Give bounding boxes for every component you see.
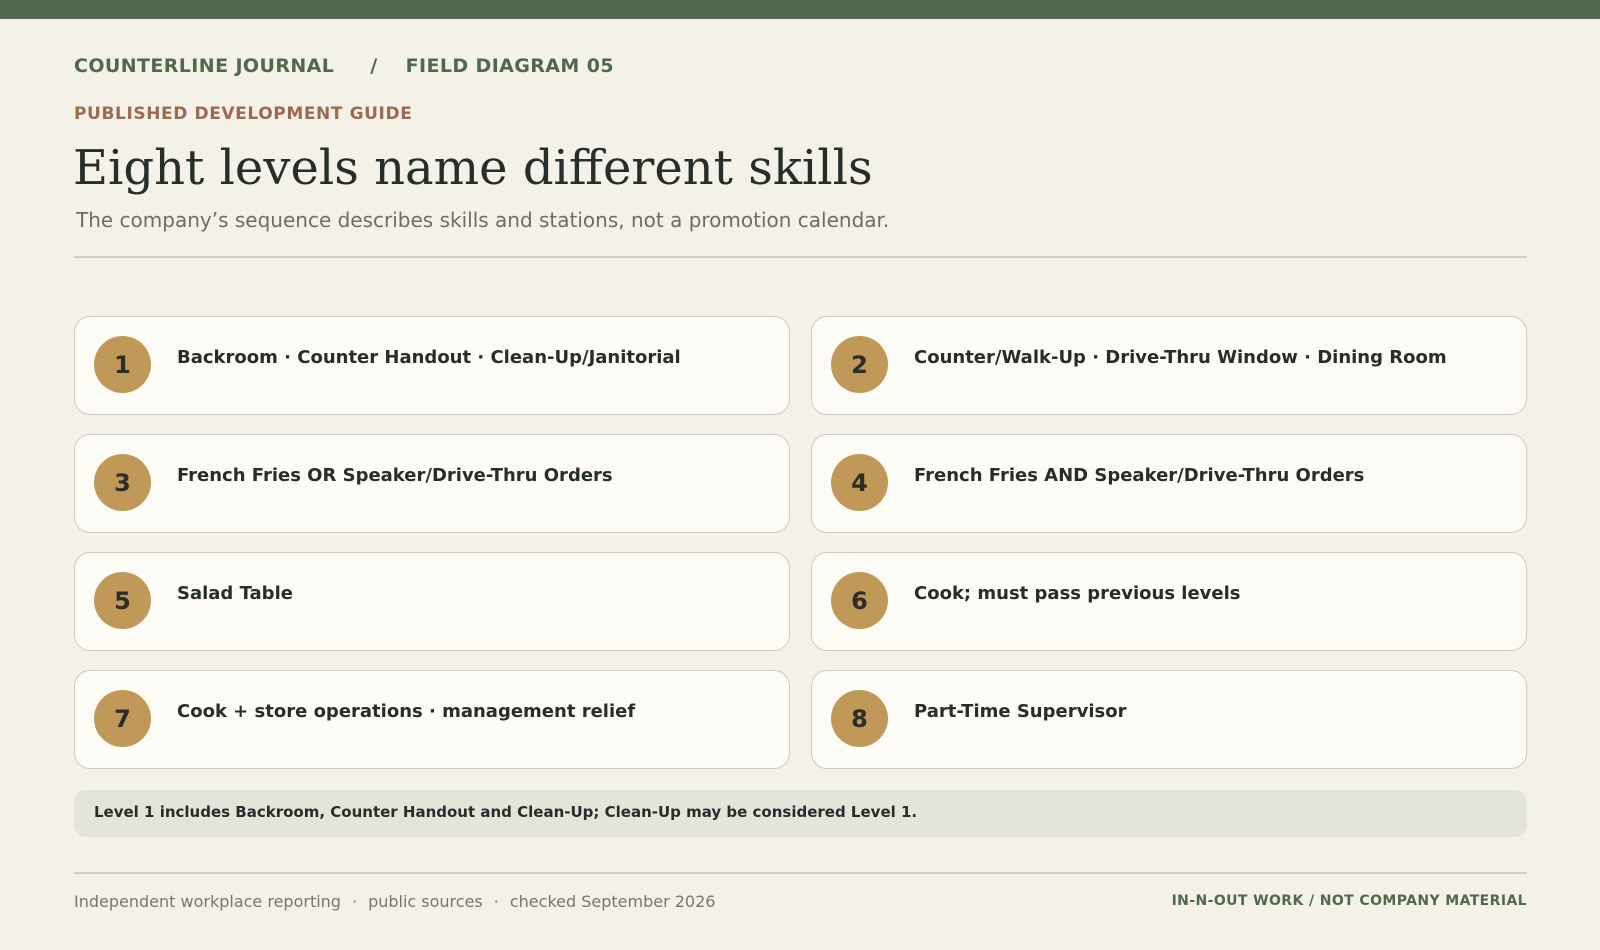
level-number-badge: 8 — [831, 690, 888, 747]
footer-source: Independent workplace reporting — [74, 892, 341, 911]
page-subtitle: The company’s sequence describes skills … — [76, 208, 890, 232]
footer-sources: Independent workplace reporting · public… — [74, 892, 715, 911]
footer-source: public sources — [368, 892, 483, 911]
level-card-1: 1 Backroom · Counter Handout · Clean-Up/… — [74, 316, 790, 415]
level-label: Backroom · Counter Handout · Clean-Up/Ja… — [177, 347, 681, 368]
kicker-label: PUBLISHED DEVELOPMENT GUIDE — [74, 104, 413, 124]
level-card-8: 8 Part-Time Supervisor — [811, 670, 1527, 769]
level-number-badge: 2 — [831, 336, 888, 393]
level-label: Counter/Walk-Up · Drive-Thru Window · Di… — [914, 347, 1447, 368]
level-label: Salad Table — [177, 583, 293, 604]
page-title: Eight levels name different skills — [73, 140, 873, 196]
level-card-3: 3 French Fries OR Speaker/Drive-Thru Ord… — [74, 434, 790, 533]
footer-checked-date: checked September 2026 — [509, 892, 716, 911]
level-label: Cook; must pass previous levels — [914, 583, 1241, 604]
level-label: French Fries AND Speaker/Drive-Thru Orde… — [914, 465, 1365, 486]
level-label: Cook + store operations · management rel… — [177, 701, 636, 722]
level-card-4: 4 French Fries AND Speaker/Drive-Thru Or… — [811, 434, 1527, 533]
top-accent-bar — [0, 0, 1600, 19]
level-number-badge: 3 — [94, 454, 151, 511]
level-number-badge: 6 — [831, 572, 888, 629]
level-note: Level 1 includes Backroom, Counter Hando… — [74, 790, 1527, 837]
footer-disclaimer: IN-N-OUT WORK / NOT COMPANY MATERIAL — [1171, 893, 1527, 909]
level-number-badge: 4 — [831, 454, 888, 511]
breadcrumb: COUNTERLINE JOURNAL / FIELD DIAGRAM 05 — [74, 55, 614, 77]
level-card-2: 2 Counter/Walk-Up · Drive-Thru Window · … — [811, 316, 1527, 415]
level-card-6: 6 Cook; must pass previous levels — [811, 552, 1527, 651]
level-card-5: 5 Salad Table — [74, 552, 790, 651]
level-number-badge: 5 — [94, 572, 151, 629]
footer-dot: · — [493, 892, 499, 911]
footer-dot: · — [351, 892, 358, 911]
level-card-7: 7 Cook + store operations · management r… — [74, 670, 790, 769]
level-number-badge: 7 — [94, 690, 151, 747]
level-label: French Fries OR Speaker/Drive-Thru Order… — [177, 465, 613, 486]
publication-name: COUNTERLINE JOURNAL — [74, 55, 335, 77]
levels-grid: 1 Backroom · Counter Handout · Clean-Up/… — [74, 316, 1527, 769]
section-name: FIELD DIAGRAM 05 — [405, 55, 614, 77]
footer-divider — [74, 872, 1527, 874]
level-number-badge: 1 — [94, 336, 151, 393]
level-label: Part-Time Supervisor — [914, 701, 1127, 722]
header-divider — [74, 256, 1527, 258]
breadcrumb-separator: / — [370, 55, 378, 77]
